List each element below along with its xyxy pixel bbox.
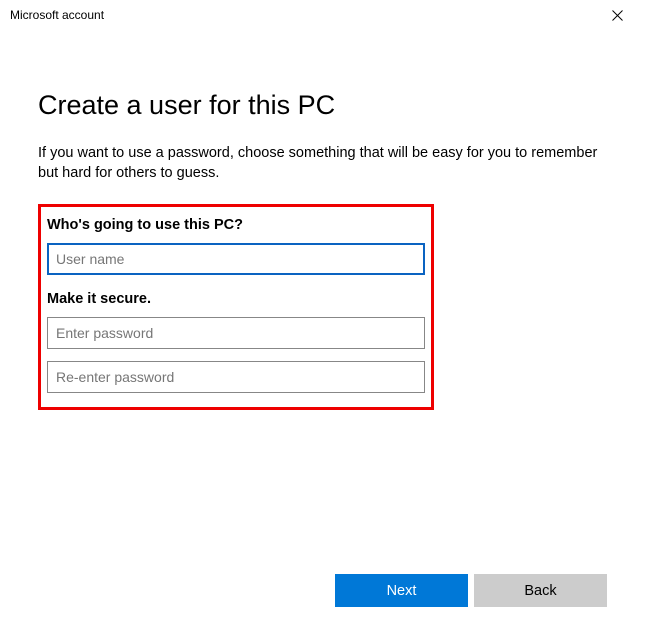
page-description: If you want to use a password, choose so… xyxy=(38,143,607,184)
next-button[interactable]: Next xyxy=(335,574,468,607)
password-section-label: Make it secure. xyxy=(47,291,425,307)
username-input[interactable] xyxy=(47,243,425,275)
window-title: Microsoft account xyxy=(10,8,104,22)
footer-buttons: Next Back xyxy=(335,574,607,607)
form-highlight-box: Who's going to use this PC? Make it secu… xyxy=(38,204,434,410)
content-area: Create a user for this PC If you want to… xyxy=(0,30,645,410)
password-confirm-input[interactable] xyxy=(47,361,425,393)
page-title: Create a user for this PC xyxy=(38,90,607,121)
close-button[interactable] xyxy=(597,1,637,29)
password-input[interactable] xyxy=(47,317,425,349)
username-section-label: Who's going to use this PC? xyxy=(47,217,425,233)
titlebar: Microsoft account xyxy=(0,0,645,30)
close-icon xyxy=(612,10,623,21)
back-button[interactable]: Back xyxy=(474,574,607,607)
